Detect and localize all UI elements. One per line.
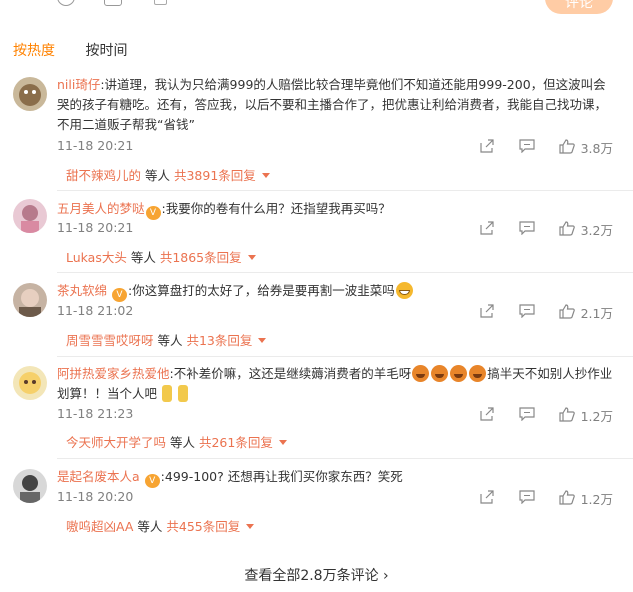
like-icon[interactable]: [559, 138, 575, 157]
comment-text: :499-100? 还想再让我们买你家东西？笑死: [160, 469, 403, 484]
reply-summary[interactable]: 今天师大开学了吗 等人 共261条回复: [66, 432, 287, 451]
like-count: 1.2万: [580, 409, 613, 424]
like-icon[interactable]: [559, 489, 575, 508]
comment-body: 是起名废本人a V:499-100? 还想再让我们买你家东西？笑死: [57, 467, 617, 488]
angry-emoji-icon: [450, 365, 468, 382]
chevron-down-icon: [278, 440, 287, 445]
divider: [57, 458, 633, 459]
divider: [57, 190, 633, 191]
tab-by-time[interactable]: 按时间: [85, 43, 127, 59]
angry-emoji-icon: [431, 365, 449, 382]
username-link[interactable]: 五月美人的梦哒: [57, 201, 145, 216]
comment-time: 11-18 21:02: [57, 303, 134, 318]
share-icon[interactable]: [479, 304, 495, 321]
figure-emoji-icon: [162, 385, 172, 402]
comment-body: 五月美人的梦哒 V:我要你的卷有什么用？还指望我再买吗？: [57, 199, 617, 220]
tab-by-hot[interactable]: 按热度: [13, 43, 55, 59]
comment-icon[interactable]: [519, 490, 535, 507]
comment-icon[interactable]: [519, 139, 535, 156]
comment-actions: 1.2万: [455, 406, 613, 425]
comment-text: :讲道理，我认为只给满999的人赔偿比较合理毕竟他们不知道还能用999-200，…: [57, 77, 608, 132]
comment-icon[interactable]: [519, 407, 535, 424]
like-count: 3.8万: [580, 141, 613, 156]
angry-emoji-icon: [412, 365, 430, 382]
comment-actions: 3.2万: [455, 220, 613, 239]
share-icon[interactable]: [479, 490, 495, 507]
comment-body: 阿拼热爱家乡热爱他:不补差价嘛，这还是继续薅消费者的羊毛呀 搞半天不如别人抄作业 …: [57, 364, 617, 404]
member-badge-icon: V: [144, 474, 160, 488]
member-badge-icon: V: [145, 206, 161, 220]
comment-text: 划算！！当个人吧: [57, 386, 158, 401]
like-count: 2.1万: [580, 306, 613, 321]
chevron-down-icon: [247, 255, 256, 260]
comment-body: nili琦仔:讲道理，我认为只给满999的人赔偿比较合理毕竟他们不知道还能用99…: [57, 75, 617, 135]
divider: [57, 356, 633, 357]
reply-summary[interactable]: 嗷呜超凶AA 等人 共455条回复: [66, 516, 255, 535]
share-icon[interactable]: [479, 139, 495, 156]
reply-summary[interactable]: 甜不辣鸡儿的 等人 共3891条回复: [66, 165, 270, 184]
avatar[interactable]: [13, 469, 47, 503]
avatar[interactable]: [13, 199, 47, 233]
avatar[interactable]: [13, 366, 47, 400]
reply-summary[interactable]: Lukas大头 等人 共1865条回复: [66, 247, 256, 266]
top-bar: 评论: [0, 0, 633, 14]
post-comment-button[interactable]: 评论: [545, 0, 613, 14]
chevron-down-icon: [246, 524, 255, 529]
chevron-down-icon: [258, 338, 267, 343]
comment-icon[interactable]: [519, 221, 535, 238]
emoji-icon[interactable]: [57, 0, 75, 6]
comment-actions: 2.1万: [455, 303, 613, 322]
avatar[interactable]: [13, 77, 47, 111]
like-icon[interactable]: [559, 406, 575, 425]
comment-text: :不补差价嘛，这还是继续薅消费者的羊毛呀: [169, 366, 412, 381]
image-icon[interactable]: [104, 0, 122, 6]
share-icon[interactable]: [479, 407, 495, 424]
comment-time: 11-18 20:20: [57, 489, 134, 504]
avatar[interactable]: [13, 283, 47, 317]
like-count: 1.2万: [580, 492, 613, 507]
share-icon[interactable]: [479, 221, 495, 238]
comment-icon[interactable]: [519, 304, 535, 321]
comment-time: 11-18 21:23: [57, 406, 134, 421]
laugh-emoji-icon: [395, 282, 413, 299]
view-all-comments-link[interactable]: 查看全部2.8万条评论 ›: [0, 565, 633, 585]
username-link[interactable]: 阿拼热爱家乡热爱他: [57, 366, 170, 381]
username-link[interactable]: 茶丸软绵: [57, 283, 107, 298]
member-badge-icon: V: [112, 288, 127, 302]
username-link[interactable]: 是起名废本人a: [57, 469, 140, 484]
comment-time: 11-18 20:21: [57, 220, 134, 235]
chevron-down-icon: [261, 173, 270, 178]
comment-time: 11-18 20:21: [57, 138, 134, 153]
divider: [57, 272, 633, 273]
like-count: 3.2万: [580, 223, 613, 238]
comment-text: :你这算盘打的太好了，给券是要再割一波韭菜吗: [128, 283, 395, 298]
repost-checkbox[interactable]: [154, 0, 167, 5]
comment-text: :我要你的卷有什么用？还指望我再买吗？: [161, 201, 391, 216]
like-icon[interactable]: [559, 303, 575, 322]
comment-body: 茶丸软绵 V:你这算盘打的太好了，给券是要再割一波韭菜吗: [57, 281, 617, 302]
figure-emoji-icon: [177, 385, 188, 402]
comment-text: 搞半天不如别人抄作业: [487, 366, 613, 381]
reply-summary[interactable]: 周雪雪雪哎呀呀 等人 共13条回复: [66, 330, 267, 349]
comment-actions: 1.2万: [455, 489, 613, 508]
like-icon[interactable]: [559, 220, 575, 239]
angry-emoji-icon: [469, 365, 487, 382]
comment-actions: 3.8万: [455, 138, 613, 157]
username-link[interactable]: nili琦仔: [57, 77, 100, 92]
sort-tabs: 按热度 按时间: [13, 40, 153, 60]
